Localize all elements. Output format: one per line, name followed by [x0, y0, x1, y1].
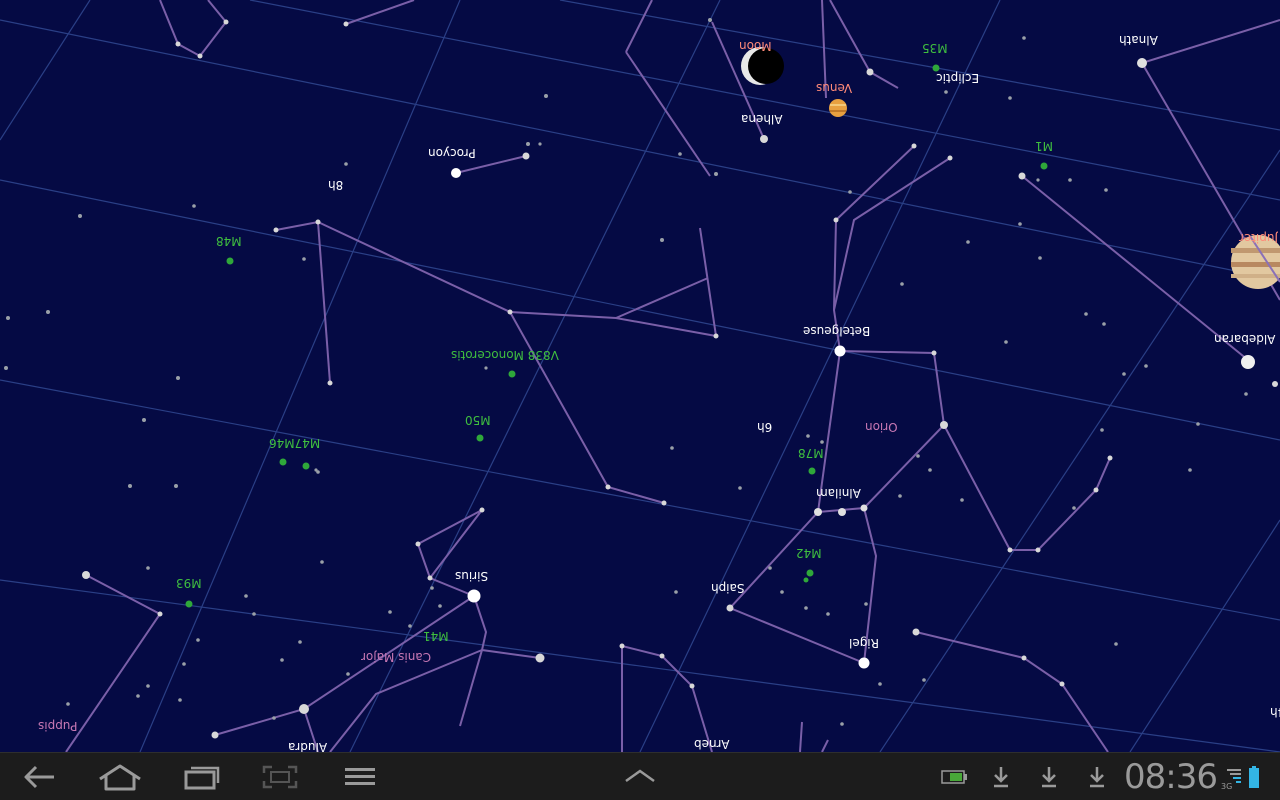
screenshot-icon	[262, 765, 298, 789]
dso-label-m41[interactable]: M41	[423, 629, 449, 643]
dso-label-m50[interactable]: M50	[465, 413, 491, 427]
dso-label-m78[interactable]: M78	[798, 446, 824, 460]
home-icon	[99, 764, 141, 791]
recent-apps-icon	[184, 766, 220, 790]
constellation-label-orion[interactable]: Orion	[865, 420, 898, 434]
expand-up-button[interactable]	[612, 759, 668, 795]
star-label-procyon[interactable]: Procyon	[428, 146, 476, 160]
chevron-up-icon	[625, 769, 655, 783]
dso-label-m1[interactable]: M1	[1035, 139, 1053, 153]
star-label-betelgeuse[interactable]: Betelgeuse	[803, 324, 870, 338]
ecliptic-label: Ecliptic	[936, 71, 980, 85]
star-label-alhena[interactable]: Alhena	[741, 112, 783, 126]
grid-label-6h: 6h	[757, 420, 773, 434]
sky-map[interactable]: Procyon Alhena Alnath Betelgeuse Aldebar…	[0, 0, 1280, 752]
back-button[interactable]	[12, 759, 68, 795]
status-clock[interactable]: 08:36	[1124, 757, 1218, 797]
download-icon	[994, 767, 1008, 788]
signal-icon: 3G	[1221, 769, 1241, 790]
download-icon	[1090, 767, 1104, 788]
dso-label-m48[interactable]: M48	[216, 234, 242, 248]
dso-label-m42[interactable]: M42	[796, 546, 822, 560]
dso-label-m35[interactable]: M35	[922, 41, 948, 55]
star-label-rigel[interactable]: Rigel	[849, 636, 879, 650]
star-label-sirius[interactable]: Sirius	[455, 569, 488, 583]
star-label-alnilam[interactable]: Alnilam	[816, 486, 861, 500]
notification-download-2[interactable]	[1036, 761, 1062, 793]
grid-label-8h: 8h	[328, 178, 344, 192]
notification-battery[interactable]	[938, 761, 970, 793]
recent-apps-button[interactable]	[174, 759, 230, 795]
star-label-arneb[interactable]: Arneb	[694, 737, 730, 751]
dso-label-m93[interactable]: M93	[176, 576, 202, 590]
network-type-label: 3G	[1221, 782, 1232, 790]
star-label-aludra[interactable]: Aludra	[288, 740, 327, 752]
menu-button[interactable]	[332, 759, 388, 795]
notification-download-1[interactable]	[988, 761, 1014, 793]
grid-label-4h: 4h	[1270, 705, 1280, 719]
sky-labels: Procyon Alhena Alnath Betelgeuse Aldebar…	[0, 0, 1280, 752]
download-icon	[1042, 767, 1056, 788]
star-label-saiph[interactable]: Saiph	[711, 581, 745, 595]
star-label-aldebaran[interactable]: Aldebaran	[1214, 332, 1275, 346]
dso-label-m47-m46[interactable]: M47M46	[269, 436, 320, 450]
screenshot-button[interactable]	[252, 759, 308, 795]
notification-download-3[interactable]	[1084, 761, 1110, 793]
battery-icon	[1249, 766, 1259, 788]
battery-indicator[interactable]	[1246, 761, 1262, 793]
system-navigation-bar: 08:36 3G	[0, 752, 1280, 800]
planet-label-venus[interactable]: Venus	[816, 81, 852, 95]
planet-label-jupiter[interactable]: Jupiter	[1238, 231, 1278, 245]
signal-indicator[interactable]: 3G	[1220, 761, 1244, 793]
back-icon	[24, 765, 54, 789]
menu-icon	[345, 768, 375, 785]
constellation-label-puppis[interactable]: Puppis	[38, 719, 77, 733]
dso-label-v838-monocerotis[interactable]: V838 Monocerotis	[451, 348, 559, 362]
battery-small-icon	[941, 770, 967, 784]
planet-label-moon[interactable]: Moon	[739, 39, 772, 53]
constellation-label-canis-major[interactable]: Canis Major	[361, 650, 431, 664]
star-label-alnath[interactable]: Alnath	[1119, 33, 1158, 47]
home-button[interactable]	[92, 759, 148, 795]
